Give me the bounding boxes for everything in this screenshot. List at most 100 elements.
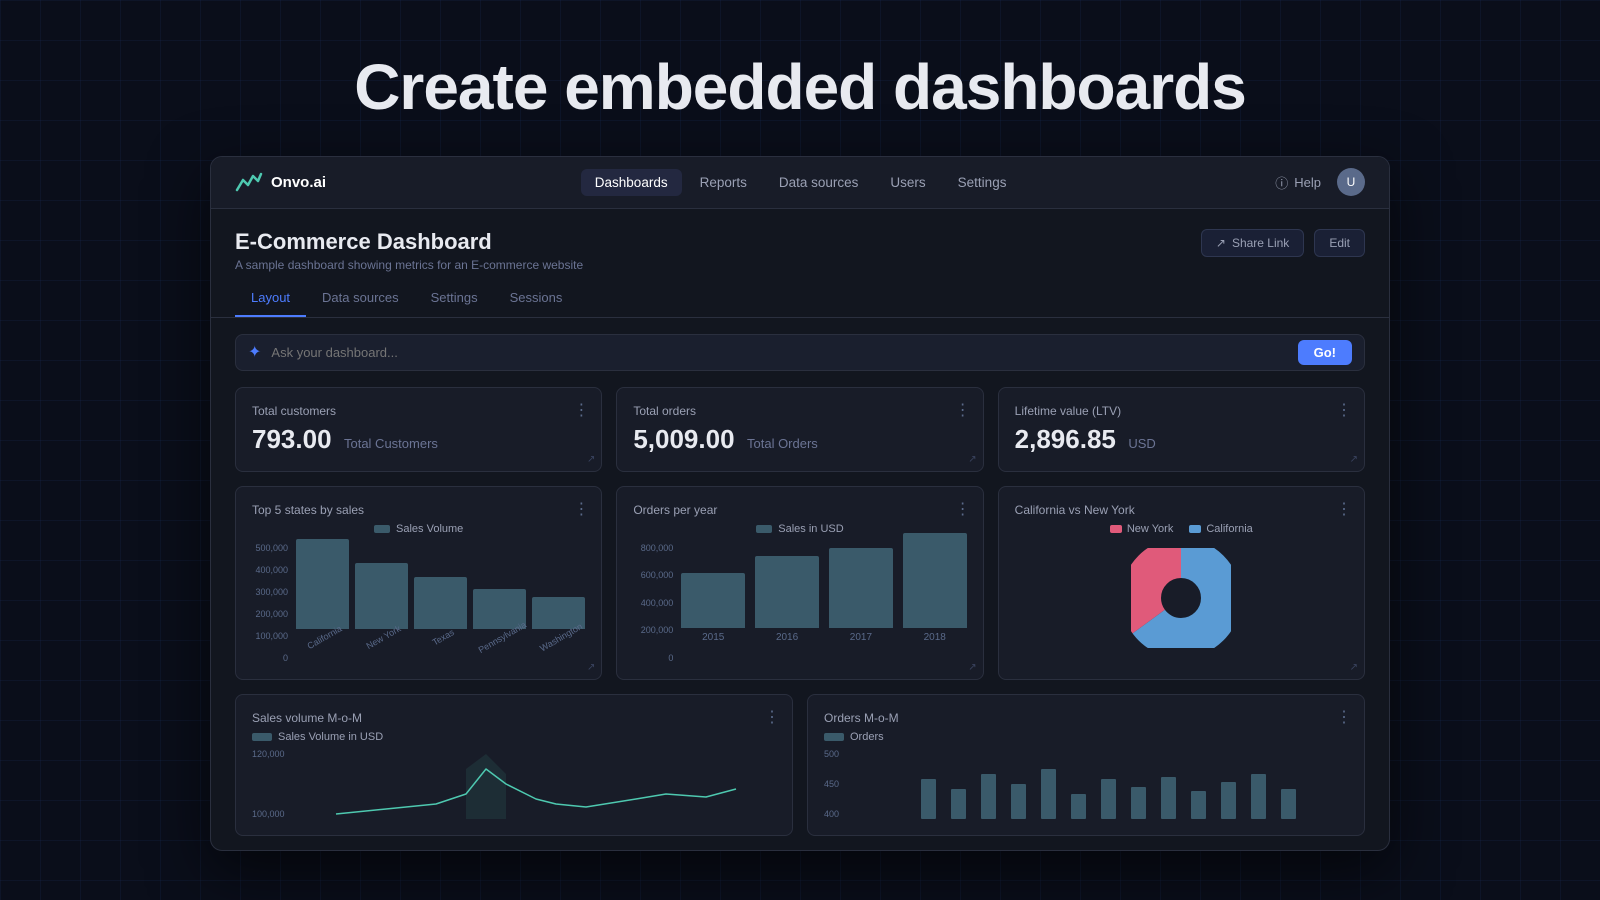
legend-label-ca: California: [1206, 523, 1252, 535]
chart-card-orders-mom: ⋮ Orders M-o-M Orders 500 450 400: [807, 694, 1365, 836]
chart-card-top5states: ⋮ Top 5 states by sales Sales Volume 500…: [235, 486, 602, 680]
chart-title-orders-year: Orders per year: [633, 503, 966, 517]
ai-search-icon: ✦: [248, 342, 261, 362]
go-button[interactable]: Go!: [1298, 340, 1352, 365]
legend-item-ca: California: [1189, 523, 1252, 535]
legend-label-ny: New York: [1127, 523, 1173, 535]
metric-card-ltv: Lifetime value (LTV) 2,896.85 USD ⋮ ↗: [998, 387, 1365, 472]
nav-dashboards[interactable]: Dashboards: [581, 169, 682, 196]
metric-value-customers: 793.00: [252, 424, 332, 454]
chart-legend-orders-mom: Orders: [824, 731, 1348, 743]
charts-row: ⋮ Top 5 states by sales Sales Volume 500…: [235, 486, 1365, 680]
navbar: Onvo.ai Dashboards Reports Data sources …: [211, 157, 1389, 209]
y-label: 120,000: [252, 749, 296, 759]
search-input[interactable]: [271, 335, 1287, 370]
logo-text: Onvo.ai: [271, 174, 326, 191]
metrics-section: Total customers 793.00 Total Customers ⋮…: [211, 387, 1389, 836]
y-label: 0: [252, 653, 288, 663]
card-menu-ltv[interactable]: ⋮: [1336, 400, 1352, 420]
card-menu-orders[interactable]: ⋮: [955, 400, 971, 420]
chart-legend-top5states: Sales Volume: [252, 523, 585, 535]
bottom-charts-row: ⋮ Sales volume M-o-M Sales Volume in USD…: [235, 694, 1365, 836]
card-menu-top5states[interactable]: ⋮: [573, 499, 589, 519]
bar-group-2016: 2016: [755, 556, 819, 643]
chart-legend-sales-mom: Sales Volume in USD: [252, 731, 776, 743]
edit-button[interactable]: Edit: [1314, 229, 1365, 257]
tab-settings[interactable]: Settings: [415, 284, 494, 317]
logo-icon: [235, 168, 263, 196]
legend-box-sales-mom: [252, 733, 272, 741]
chart-card-sales-mom: ⋮ Sales volume M-o-M Sales Volume in USD…: [235, 694, 793, 836]
card-menu-orders-year[interactable]: ⋮: [955, 499, 971, 519]
bar-2017: [829, 548, 893, 628]
legend-color-ny: [1110, 525, 1122, 533]
share-icon: ↗: [1216, 236, 1226, 250]
dashboard-actions: ↗ Share Link Edit: [1201, 229, 1365, 257]
legend-color-ca: [1189, 525, 1201, 533]
avatar[interactable]: U: [1337, 168, 1365, 196]
tab-sessions[interactable]: Sessions: [494, 284, 579, 317]
help-button[interactable]: ⓘ Help: [1275, 173, 1321, 192]
y-label: 300,000: [252, 587, 288, 597]
metric-card-customers: Total customers 793.00 Total Customers ⋮…: [235, 387, 602, 472]
sub-tabs: Layout Data sources Settings Sessions: [211, 272, 1389, 318]
bar-label-tx: Texas: [430, 627, 455, 647]
y-label: 500,000: [252, 543, 288, 553]
y-label: 500: [824, 749, 854, 759]
resize-handle-orders: ↗: [968, 454, 976, 465]
share-link-button[interactable]: ↗ Share Link: [1201, 229, 1304, 257]
y-label: 200,000: [252, 609, 288, 619]
card-menu-orders-mom[interactable]: ⋮: [1336, 707, 1352, 727]
tab-layout[interactable]: Layout: [235, 284, 306, 317]
chart-title-ca-vs-ny: California vs New York: [1015, 503, 1348, 517]
bar-group-ca: California: [296, 539, 349, 643]
bar-group-tx: Texas: [414, 577, 467, 643]
dashboard-subtitle: A sample dashboard showing metrics for a…: [235, 258, 583, 272]
bar-group-2018: 2018: [903, 533, 967, 643]
resize-handle-ca-vs-ny: ↗: [1350, 662, 1358, 673]
line-chart-svg-sales: [296, 749, 776, 819]
dashboard-title: E-Commerce Dashboard: [235, 229, 583, 255]
y-label: 200,000: [633, 625, 673, 635]
resize-handle-ltv: ↗: [1350, 454, 1358, 465]
bar-tx: [414, 577, 467, 629]
y-label: 100,000: [252, 809, 296, 819]
card-menu-ca-vs-ny[interactable]: ⋮: [1336, 499, 1352, 519]
search-bar: ✦ Go!: [235, 334, 1365, 371]
bar-2018: [903, 533, 967, 628]
line-chart-sales-mom: 120,000 100,000: [252, 749, 776, 819]
card-menu-sales-mom[interactable]: ⋮: [764, 707, 780, 727]
legend-label-orders-mom: Orders: [850, 731, 884, 743]
chart-card-orders-year: ⋮ Orders per year Sales in USD 800,000 6…: [616, 486, 983, 680]
pie-chart-container: [1015, 543, 1348, 653]
resize-handle-orders-year: ↗: [968, 662, 976, 673]
hero-title: Create embedded dashboards: [354, 50, 1246, 124]
nav-users[interactable]: Users: [876, 169, 939, 196]
bar-label-2015: 2015: [702, 632, 724, 643]
bar-ny: [355, 563, 408, 629]
card-menu-customers[interactable]: ⋮: [573, 400, 589, 420]
metrics-row: Total customers 793.00 Total Customers ⋮…: [235, 387, 1365, 472]
dashboard-header: E-Commerce Dashboard A sample dashboard …: [211, 209, 1389, 272]
line-chart-svg-orders: [854, 749, 1348, 819]
metric-unit-ltv: USD: [1128, 436, 1155, 451]
share-label: Share Link: [1232, 236, 1289, 250]
bar-label-2018: 2018: [924, 632, 946, 643]
resize-handle-top5states: ↗: [587, 662, 595, 673]
chart-title-top5states: Top 5 states by sales: [252, 503, 585, 517]
y-label: 400,000: [633, 598, 673, 608]
nav-settings[interactable]: Settings: [944, 169, 1021, 196]
chart-title-orders-mom: Orders M-o-M: [824, 711, 1348, 725]
line-chart-orders-mom: 500 450 400: [824, 749, 1348, 819]
dashboard-window: Onvo.ai Dashboards Reports Data sources …: [210, 156, 1390, 851]
logo-area: Onvo.ai: [235, 168, 326, 196]
resize-handle-customers: ↗: [587, 454, 595, 465]
nav-reports[interactable]: Reports: [686, 169, 761, 196]
tab-data-sources[interactable]: Data sources: [306, 284, 415, 317]
bar-label-2017: 2017: [850, 632, 872, 643]
dashboard-title-area: E-Commerce Dashboard A sample dashboard …: [235, 229, 583, 272]
y-label: 400: [824, 809, 854, 819]
bar-group-2015: 2015: [681, 573, 745, 643]
nav-data-sources[interactable]: Data sources: [765, 169, 873, 196]
metric-label-customers: Total customers: [252, 404, 585, 418]
